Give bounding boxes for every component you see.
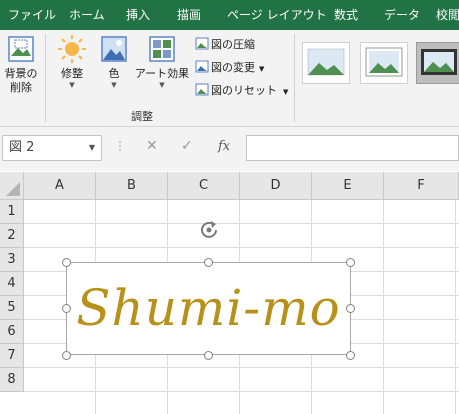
reset-picture-button[interactable]: 図のリセット ▼	[195, 82, 288, 100]
chevron-down-icon: ▼	[111, 81, 117, 89]
tab-page-layout[interactable]: ページ レイアウト	[227, 0, 327, 30]
rotate-handle-icon[interactable]	[198, 218, 220, 240]
resize-handle-top-left[interactable]	[62, 258, 71, 267]
cancel-icon[interactable]: ✕	[146, 138, 158, 154]
tab-draw[interactable]: 描画	[177, 0, 201, 30]
row-header-1[interactable]: 1	[0, 200, 24, 224]
picture-text: Shumi-mo	[76, 279, 341, 337]
gridline	[24, 247, 459, 248]
resize-handle-bottom-right[interactable]	[346, 351, 355, 360]
vertical-dots-icon: ⋮	[114, 139, 126, 153]
name-box-value: 図 2	[9, 140, 35, 155]
sun-icon	[58, 35, 86, 63]
color-label: 色	[108, 67, 120, 80]
landscape-icon	[307, 48, 345, 76]
tab-review[interactable]: 校閲	[436, 0, 459, 30]
gridline	[24, 391, 459, 392]
resize-handle-right[interactable]	[346, 304, 355, 313]
resize-handle-bottom-left[interactable]	[62, 351, 71, 360]
select-all-corner[interactable]	[0, 172, 24, 200]
gridline	[24, 367, 459, 368]
adjust-group-label: 調整	[131, 110, 153, 123]
picture-style-thumb-2[interactable]	[360, 42, 408, 84]
change-picture-icon	[195, 60, 209, 73]
compress-pictures-button[interactable]: 図の圧縮	[195, 36, 255, 54]
remove-background-button[interactable]: 背景の 削除	[0, 34, 42, 95]
chevron-down-icon[interactable]: ▼	[89, 136, 95, 160]
tab-data[interactable]: データ	[384, 0, 420, 30]
ribbon-tab-bar: ファイル ホーム 挿入 描画 ページ レイアウト 数式 データ 校閲	[0, 0, 459, 30]
resize-handle-top-right[interactable]	[346, 258, 355, 267]
resize-handle-top[interactable]	[204, 258, 213, 267]
column-header-c[interactable]: C	[168, 172, 240, 200]
change-picture-button[interactable]: 図の変更 ▼	[195, 59, 264, 77]
name-box[interactable]: 図 2 ▼	[2, 135, 102, 161]
ribbon-separator	[294, 34, 295, 122]
row-header-8[interactable]: 8	[0, 368, 24, 392]
column-header-f[interactable]: F	[384, 172, 459, 200]
remove-background-label-1: 背景の	[4, 67, 38, 80]
chevron-down-icon: ▼	[259, 65, 265, 73]
remove-background-label-2: 削除	[10, 81, 32, 94]
compress-icon	[195, 37, 209, 50]
landscape-icon	[421, 49, 457, 75]
remove-background-icon	[8, 36, 34, 62]
picture-style-thumb-1[interactable]	[302, 42, 350, 84]
artistic-effects-icon	[149, 36, 175, 62]
gridline	[383, 200, 384, 414]
row-header-7[interactable]: 7	[0, 344, 24, 368]
tab-insert[interactable]: 挿入	[126, 0, 150, 30]
select-all-triangle-icon	[6, 182, 20, 196]
reset-picture-label: 図のリセット	[211, 84, 277, 97]
enter-icon[interactable]: ✓	[181, 138, 193, 154]
tab-home[interactable]: ホーム	[69, 0, 105, 30]
row-header-4[interactable]: 4	[0, 272, 24, 296]
chevron-down-icon: ▼	[283, 88, 289, 96]
chevron-down-icon: ▼	[159, 81, 165, 89]
insert-function-icon[interactable]: fx	[218, 139, 230, 154]
picture-color-icon	[101, 36, 127, 62]
row-header-3[interactable]: 3	[0, 248, 24, 272]
chevron-down-icon: ▼	[69, 81, 75, 89]
artistic-effects-label: アート効果	[134, 67, 190, 80]
tab-file[interactable]: ファイル	[8, 0, 56, 30]
corrections-label: 修整	[61, 67, 83, 80]
row-header-2[interactable]: 2	[0, 224, 24, 248]
row-header-5[interactable]: 5	[0, 296, 24, 320]
formula-bar: 図 2 ▼ ⋮ ✕ ✓ fx	[0, 127, 459, 171]
column-header-e[interactable]: E	[312, 172, 384, 200]
ribbon-separator	[45, 34, 46, 122]
column-header-a[interactable]: A	[24, 172, 96, 200]
resize-handle-bottom[interactable]	[204, 351, 213, 360]
column-header-b[interactable]: B	[96, 172, 168, 200]
row-header-6[interactable]: 6	[0, 320, 24, 344]
color-button[interactable]: 色 ▼	[96, 34, 132, 89]
resize-handle-left[interactable]	[62, 304, 71, 313]
tab-formulas[interactable]: 数式	[334, 0, 358, 30]
gridline	[455, 200, 456, 414]
formula-input[interactable]	[246, 135, 459, 161]
gridline	[24, 223, 459, 224]
column-header-d[interactable]: D	[240, 172, 312, 200]
corrections-button[interactable]: 修整 ▼	[52, 34, 92, 89]
selected-picture[interactable]: Shumi-mo	[66, 262, 351, 355]
compress-pictures-label: 図の圧縮	[211, 38, 255, 51]
picture-style-thumb-3[interactable]	[416, 42, 459, 84]
change-picture-label: 図の変更	[211, 61, 255, 74]
artistic-effects-button[interactable]: アート効果 ▼	[134, 34, 190, 89]
reset-picture-icon	[195, 83, 209, 96]
ribbon-panel: 背景の 削除 修整 ▼ 色 ▼ アート効果 ▼ 図の圧縮 図の変更 ▼ 図のリセ…	[0, 30, 459, 127]
landscape-icon	[365, 47, 403, 77]
